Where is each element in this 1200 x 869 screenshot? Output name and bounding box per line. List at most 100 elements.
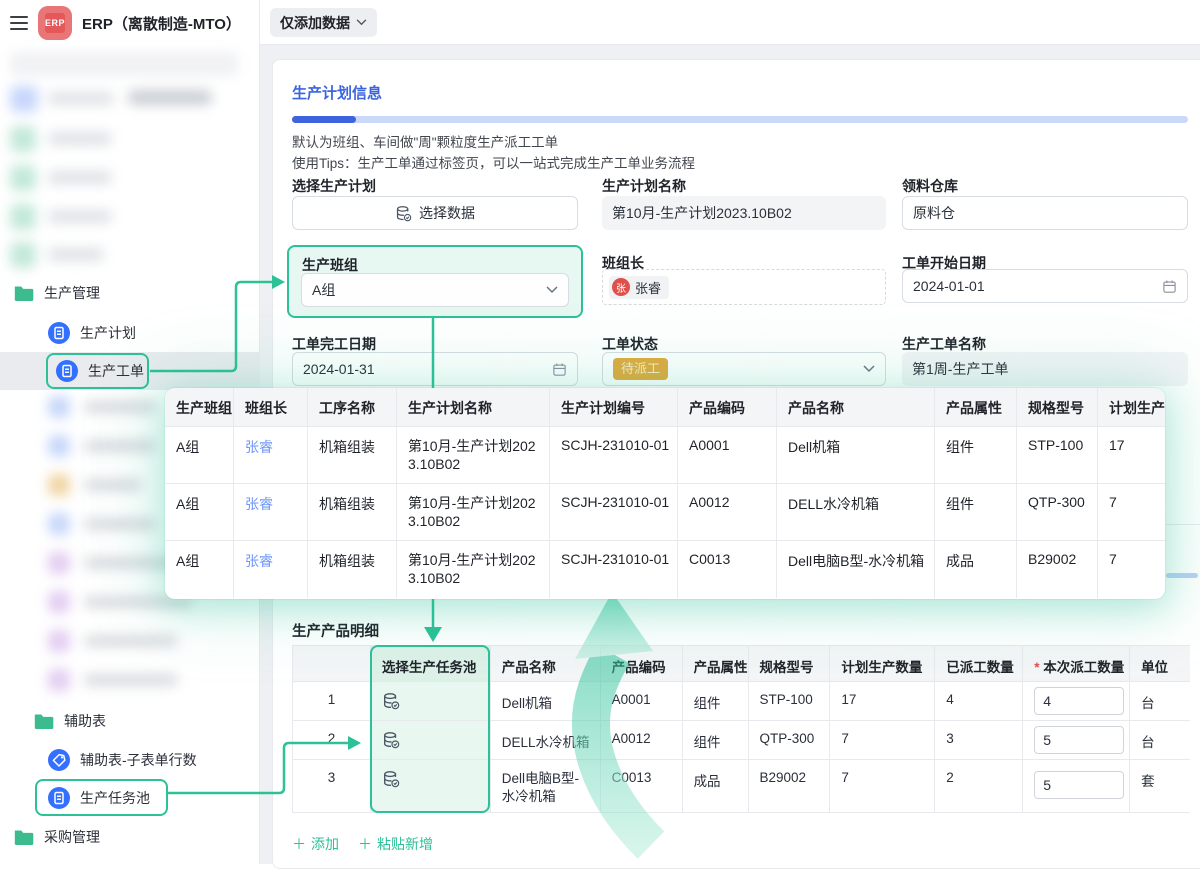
sidebar-item-production-order[interactable]: 生产工单: [56, 356, 144, 386]
leader-link[interactable]: 张睿: [234, 484, 308, 541]
current-qty-input[interactable]: [1034, 771, 1124, 799]
dispatched-qty-cell: 2: [935, 760, 1023, 813]
sidebar-item-aux-group[interactable]: 辅助表: [34, 706, 106, 736]
end-date-label: 工单完工日期: [292, 334, 376, 354]
app-title: ERP（离散制造-MTO）: [82, 13, 241, 34]
paste-add-label: 粘贴新增: [377, 834, 433, 854]
blurred-menu-icon: [10, 165, 36, 191]
sidebar-item-purchase-group[interactable]: 采购管理: [14, 822, 100, 852]
team-highlight-box: 生产班组 A组: [287, 245, 583, 318]
document-icon: [48, 787, 70, 809]
column-header: 产品编码: [678, 388, 777, 427]
sidebar-item-label: 生产计划: [80, 323, 136, 343]
blurred-text: [84, 635, 178, 647]
plan-name-cell: 第10月-生产计划2023.10B02: [397, 484, 550, 541]
column-header-label: 本次派工数量: [1043, 660, 1124, 675]
plan-qty-cell: 7: [830, 760, 935, 813]
overlay-table-row: A组 张睿 机箱组装 第10月-生产计划2023.10B02 SCJH-2310…: [165, 541, 1165, 598]
product-name-cell: Dell电脑B型-水冷机箱: [491, 760, 601, 813]
current-qty-cell: [1023, 721, 1130, 760]
spec-cell: B29002: [749, 760, 831, 813]
plan-name-label: 生产计划名称: [602, 176, 686, 196]
spec-cell: QTP-300: [749, 721, 831, 760]
plan-qty-cell: 17: [1098, 427, 1165, 484]
plan-qty-cell: 7: [830, 721, 935, 760]
warehouse-input[interactable]: 原料仓: [902, 196, 1188, 230]
database-check-icon: [382, 731, 400, 749]
column-header: 计划生产数量: [830, 646, 935, 682]
current-qty-input[interactable]: [1034, 726, 1124, 754]
select-task-pool-button[interactable]: [371, 682, 491, 721]
product-code-cell: A0012: [678, 484, 777, 541]
blurred-menu-icon: [48, 630, 70, 652]
leader-link[interactable]: 张睿: [234, 541, 308, 598]
chevron-down-icon: [546, 286, 558, 294]
blurred-search-bar: [10, 52, 238, 76]
detail-table-row: 2 DELL水冷机箱 A0012 组件 QTP-300 7 3 台: [293, 721, 1190, 760]
detail-table-row: 3 Dell电脑B型-水冷机箱 C0013 成品 B29002 7 2 套: [293, 760, 1190, 813]
tab-production-plan-info[interactable]: 生产计划信息: [292, 82, 382, 103]
mode-dropdown[interactable]: 仅添加数据: [270, 8, 377, 37]
row-number-header: [293, 646, 371, 682]
unit-cell: 套: [1130, 760, 1190, 813]
select-data-button[interactable]: 选择数据: [292, 196, 578, 230]
process-cell: 机箱组装: [308, 541, 397, 598]
leader-link[interactable]: 张睿: [234, 427, 308, 484]
start-date-input[interactable]: 2024-01-01: [902, 269, 1188, 303]
spec-cell: STP-100: [749, 682, 831, 721]
plus-icon: ＋: [292, 834, 306, 854]
chevron-down-icon: [863, 365, 875, 373]
leader-name: 张睿: [635, 278, 661, 297]
current-qty-input[interactable]: [1034, 687, 1124, 715]
select-task-pool-button[interactable]: [371, 721, 491, 760]
underlying-blue-indicator: [1166, 573, 1198, 578]
start-date-value: 2024-01-01: [913, 278, 985, 294]
leader-tag: 张 张睿: [609, 276, 669, 299]
leader-field[interactable]: 张 张睿: [602, 269, 886, 305]
plan-code-cell: SCJH-231010-01: [550, 484, 678, 541]
blurred-menu-icon: [48, 435, 70, 457]
plan-qty-cell: 7: [1098, 541, 1165, 598]
overlay-table-row: A组 张睿 机箱组装 第10月-生产计划2023.10B02 SCJH-2310…: [165, 484, 1165, 541]
select-task-pool-button[interactable]: [371, 760, 491, 813]
mode-dropdown-label: 仅添加数据: [280, 13, 350, 33]
form-description-line2: 使用Tips：生产工单通过标签页，可以一站式完成生产工单业务流程: [292, 152, 695, 172]
leader-avatar: 张: [612, 278, 630, 296]
plus-icon: ＋: [358, 834, 372, 854]
product-code-cell: A0012: [601, 721, 683, 760]
status-select[interactable]: 待派工: [602, 352, 886, 386]
sidebar-header: ERP ERP（离散制造-MTO）: [0, 0, 259, 46]
hamburger-menu-icon[interactable]: [10, 16, 28, 30]
detail-table-row: 1 Dell机箱 A0001 组件 STP-100 17 4 台: [293, 682, 1190, 721]
column-header: 产品名称: [777, 388, 935, 427]
blurred-text: [84, 518, 156, 530]
spec-cell: QTP-300: [1017, 484, 1098, 541]
sidebar-item-task-pool[interactable]: 生产任务池: [48, 783, 150, 813]
sidebar-item-aux-row-count[interactable]: 辅助表-子表单行数: [48, 745, 197, 775]
blurred-text: [48, 248, 104, 261]
end-date-input[interactable]: 2024-01-31: [292, 352, 578, 386]
detail-table: 选择生产任务池 产品名称 产品编码 产品属性 规格型号 计划生产数量 已派工数量…: [292, 645, 1190, 813]
task-pool-preview-table: 生产班组 班组长 工序名称 生产计划名称 生产计划编号 产品编码 产品名称 产品…: [165, 388, 1165, 599]
task-pool-column-header: 选择生产任务池: [371, 646, 491, 682]
row-number: 1: [293, 682, 371, 721]
team-cell: A组: [165, 541, 234, 598]
plan-code-cell: SCJH-231010-01: [550, 541, 678, 598]
select-plan-label: 选择生产计划: [292, 176, 376, 196]
blurred-menu-icon: [48, 669, 70, 691]
process-cell: 机箱组装: [308, 427, 397, 484]
paste-add-button[interactable]: ＋粘贴新增: [358, 834, 433, 854]
product-code-cell: C0013: [678, 541, 777, 598]
add-row-button[interactable]: ＋添加: [292, 834, 339, 854]
column-header: 工序名称: [308, 388, 397, 427]
sidebar-item-production-group[interactable]: 生产管理: [14, 278, 100, 308]
database-check-icon: [382, 770, 400, 788]
spec-cell: STP-100: [1017, 427, 1098, 484]
sidebar-item-production-plan[interactable]: 生产计划: [48, 318, 136, 348]
product-attr-cell: 成品: [683, 760, 749, 813]
blurred-menu-icon: [48, 552, 70, 574]
chevron-down-icon: [356, 19, 367, 26]
team-select[interactable]: A组: [301, 273, 569, 307]
blurred-workspace-icon: [10, 86, 38, 112]
sidebar-item-label: 辅助表: [64, 711, 106, 731]
